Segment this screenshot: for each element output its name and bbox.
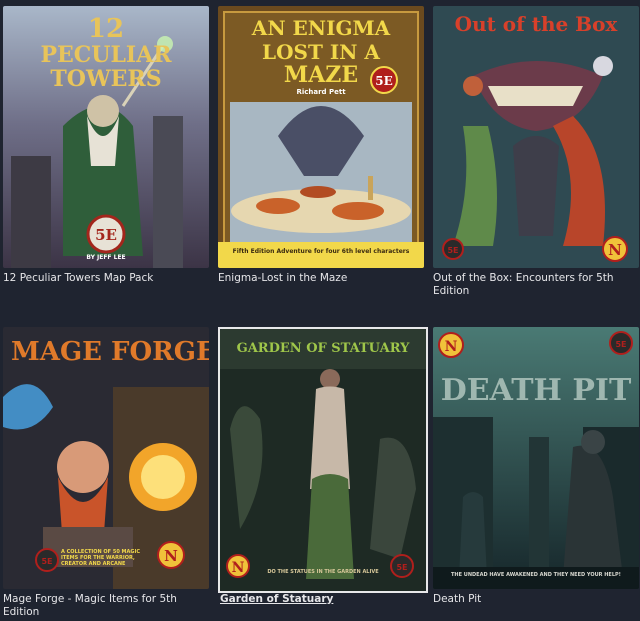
cover-title-line-1: MAGE FORGE bbox=[11, 337, 209, 367]
product-cover[interactable]: 5E N Out of the Box bbox=[433, 6, 639, 268]
cover-art-death-pit: N 5E bbox=[433, 327, 639, 589]
cover-title-line-1: Out of the Box bbox=[454, 12, 618, 36]
product-title[interactable]: Mage Forge - Magic Items for 5th Edition bbox=[3, 593, 209, 619]
product-title[interactable]: 12 Peculiar Towers Map Pack bbox=[3, 272, 209, 285]
cover-blurb: THE UNDEAD HAVE AWAKENED AND THEY NEED Y… bbox=[451, 572, 621, 578]
product-cover[interactable]: 5E 12 PECULIAR TOWERS BY JEFF LEE bbox=[3, 6, 209, 268]
cover-art-garden-of-statuary: N 5E bbox=[220, 329, 426, 591]
edition-badge: 5E bbox=[41, 557, 52, 566]
cover-banner: Fifth Edition Adventure for four 6th lev… bbox=[232, 248, 410, 255]
cover-author: Richard Pett bbox=[296, 88, 346, 96]
cover-blurb: A COLLECTION OF 50 MAGIC ITEMS FOR THE W… bbox=[61, 549, 141, 567]
cover-title-line-1: DEATH PIT bbox=[440, 373, 632, 408]
product-title[interactable]: Enigma-Lost in the Maze bbox=[218, 272, 424, 285]
cover-title-line-3: MAZE bbox=[283, 62, 359, 88]
edition-badge: 5E bbox=[447, 246, 458, 255]
cover-title-line-3: TOWERS bbox=[50, 66, 162, 92]
product-grid: 5E 12 PECULIAR TOWERS BY JEFF LEE 12 Pec… bbox=[0, 0, 640, 621]
product-cover[interactable]: 5E AN ENIGMA LOST IN A MAZE Richard Pett… bbox=[218, 6, 424, 268]
cover-title-line-2: LOST IN A bbox=[262, 40, 380, 64]
edition-badge: 5E bbox=[95, 226, 117, 244]
cover-title-line-1: 12 bbox=[87, 14, 125, 44]
cover-art-out-of-the-box: 5E N bbox=[433, 6, 639, 268]
product-cover[interactable]: N 5E DEATH PIT THE UNDEAD HAVE AWAKENED … bbox=[433, 327, 639, 589]
edition-badge: 5E bbox=[615, 340, 626, 349]
publisher-logo: N bbox=[164, 547, 178, 565]
product-title[interactable]: Out of the Box: Encounters for 5th Editi… bbox=[433, 272, 639, 298]
edition-badge: 5E bbox=[396, 563, 407, 572]
cover-title-line-1: GARDEN OF STATUARY bbox=[236, 341, 410, 356]
publisher-logo: N bbox=[232, 560, 245, 576]
cover-author: BY JEFF LEE bbox=[86, 254, 126, 261]
product-title[interactable]: Death Pit bbox=[433, 593, 639, 606]
publisher-logo: N bbox=[445, 339, 458, 355]
product-cover[interactable]: N 5E GARDEN OF STATUARY DO THE STATUES I… bbox=[220, 329, 426, 591]
product-title[interactable]: Garden of Statuary bbox=[220, 593, 426, 606]
cover-title-line-1: AN ENIGMA bbox=[251, 16, 391, 40]
publisher-logo: N bbox=[608, 241, 622, 259]
cover-blurb: DO THE STATUES IN THE GARDEN ALIVE bbox=[267, 569, 379, 575]
cover-title-line-2: PECULIAR bbox=[40, 42, 172, 68]
product-cover[interactable]: 5E N MAGE FORGE A COLLECTION OF 50 MAGIC… bbox=[3, 327, 209, 589]
